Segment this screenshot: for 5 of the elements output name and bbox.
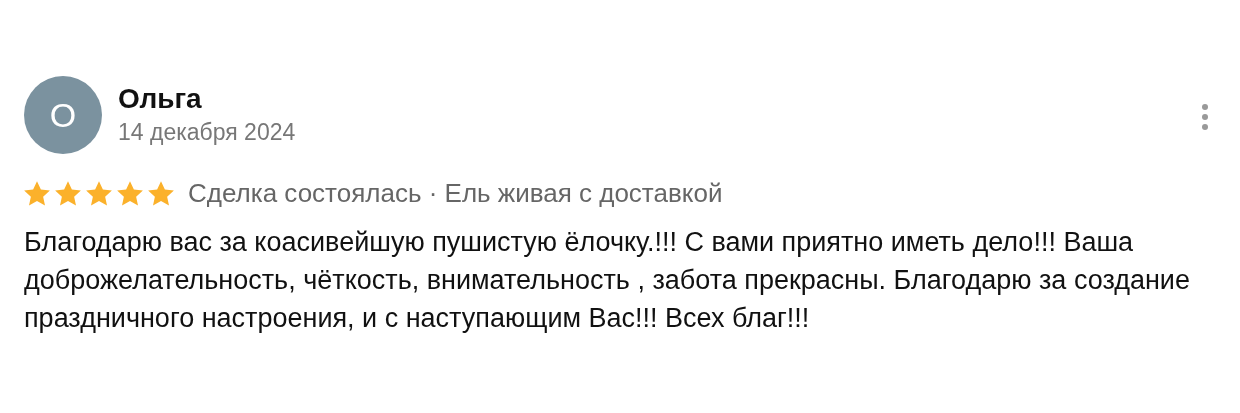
deal-info: Сделка состоялась · Ель живая с доставкой [188,177,723,210]
review-text: Благодарю вас за коасивейшую пушистую ёлочку.!!! С вами приятно иметь дело!!! Ваша доброжелательность, чёткость, внимательность , забота прекрасны. Благодарю за создание праздничного настроения, и с наступающим Вас!!! Всех благ!!! [24,226,1191,335]
author-name: Ольга [118,82,203,116]
avatar-letter: О [49,94,77,136]
review-date: 14 декабря 2024 [118,118,297,147]
